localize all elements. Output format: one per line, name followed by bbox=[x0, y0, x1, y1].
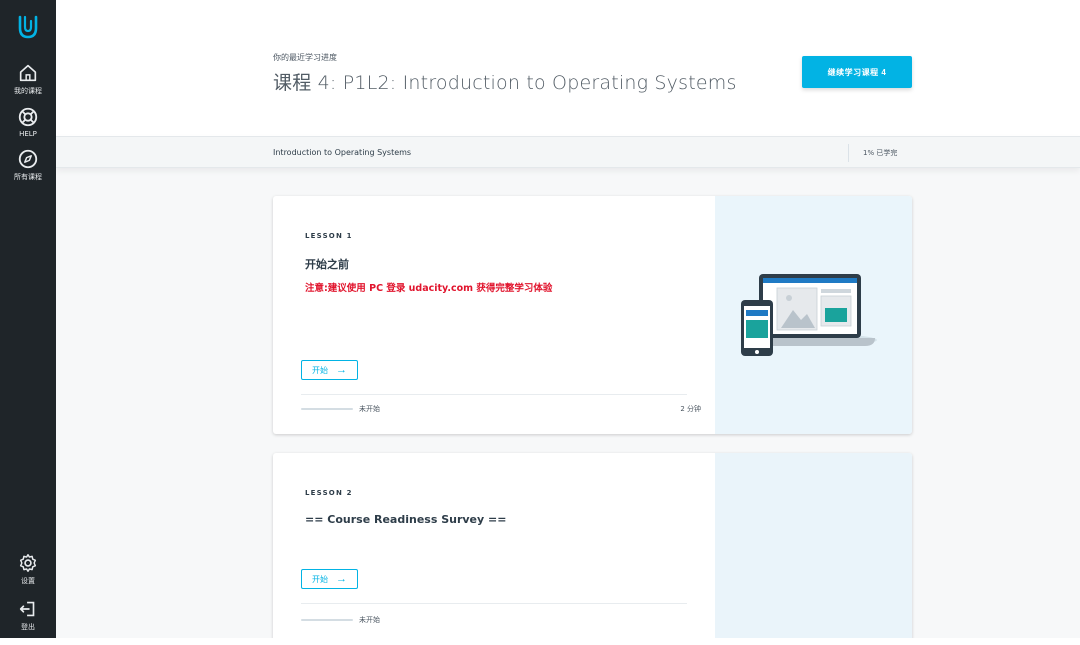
start-lesson-button[interactable]: 开始 → bbox=[301, 360, 358, 380]
devices-illustration-icon bbox=[741, 274, 877, 356]
divider bbox=[301, 603, 687, 604]
lesson-title: == Course Readiness Survey == bbox=[305, 513, 507, 526]
lesson-status: 未开始 bbox=[359, 616, 380, 624]
main-content: 你的最近学习进度 课程 4: P1L2: Introduction to Ope… bbox=[56, 0, 1080, 638]
sidebar-item-label: 设置 bbox=[21, 577, 35, 585]
course-title[interactable]: Introduction to Operating Systems bbox=[273, 148, 411, 157]
course-header: 你的最近学习进度 课程 4: P1L2: Introduction to Ope… bbox=[56, 0, 1080, 136]
sidebar-item-label: 登出 bbox=[21, 623, 35, 631]
sidebar-item-label: 所有课程 bbox=[14, 173, 42, 181]
compass-icon bbox=[18, 149, 38, 169]
completion-percentage: 1% 已学完 bbox=[863, 149, 898, 157]
lesson-duration: 2 分钟 bbox=[680, 405, 701, 413]
sidebar-item-settings[interactable]: 设置 bbox=[17, 552, 39, 586]
sidebar-item-my-courses[interactable]: 我的课程 bbox=[14, 62, 42, 96]
divider bbox=[848, 144, 849, 162]
lesson-illustration bbox=[715, 453, 912, 638]
continue-course-button[interactable]: 继续学习课程 4 bbox=[802, 56, 912, 88]
lesson-number: LESSON 2 bbox=[305, 489, 353, 497]
sidebar-item-logout[interactable]: 登出 bbox=[17, 598, 39, 632]
start-button-label: 开始 bbox=[312, 365, 328, 375]
logout-icon bbox=[19, 601, 35, 617]
gear-icon bbox=[19, 554, 37, 572]
arrow-right-icon: → bbox=[336, 572, 347, 585]
lesson-card: LESSON 1 开始之前 注意:建议使用 PC 登录 udacity.com … bbox=[273, 196, 912, 434]
sidebar-item-help[interactable]: HELP bbox=[17, 106, 39, 138]
divider bbox=[301, 394, 687, 395]
start-lesson-button[interactable]: 开始 → bbox=[301, 569, 358, 589]
sidebar-item-label: 我的课程 bbox=[14, 87, 42, 95]
lesson-illustration bbox=[715, 196, 912, 434]
sidebar: 我的课程 HELP 所有课程 设置 登出 bbox=[0, 0, 56, 638]
lesson-number: LESSON 1 bbox=[305, 232, 353, 240]
lesson-progress-track bbox=[301, 408, 353, 410]
lesson-status: 未开始 bbox=[359, 405, 380, 413]
course-progress-bar: Introduction to Operating Systems 1% 已学完 bbox=[56, 136, 1080, 168]
sidebar-item-label: HELP bbox=[19, 130, 37, 138]
recent-progress-label: 你的最近学习进度 bbox=[273, 53, 337, 62]
lesson-title: 开始之前 bbox=[305, 258, 349, 271]
sidebar-item-all-courses[interactable]: 所有课程 bbox=[14, 148, 42, 182]
arrow-right-icon: → bbox=[336, 363, 347, 376]
lesson-progress-track bbox=[301, 619, 353, 621]
lesson-note: 注意:建议使用 PC 登录 udacity.com 获得完整学习体验 bbox=[305, 283, 553, 294]
page-title: 课程 4: P1L2: Introduction to Operating Sy… bbox=[273, 72, 737, 94]
start-button-label: 开始 bbox=[312, 574, 328, 584]
home-icon bbox=[19, 64, 37, 82]
lifebuoy-icon bbox=[18, 107, 38, 127]
udacity-logo-icon[interactable] bbox=[13, 12, 43, 42]
lesson-card: LESSON 2 == Course Readiness Survey == 开… bbox=[273, 453, 912, 638]
